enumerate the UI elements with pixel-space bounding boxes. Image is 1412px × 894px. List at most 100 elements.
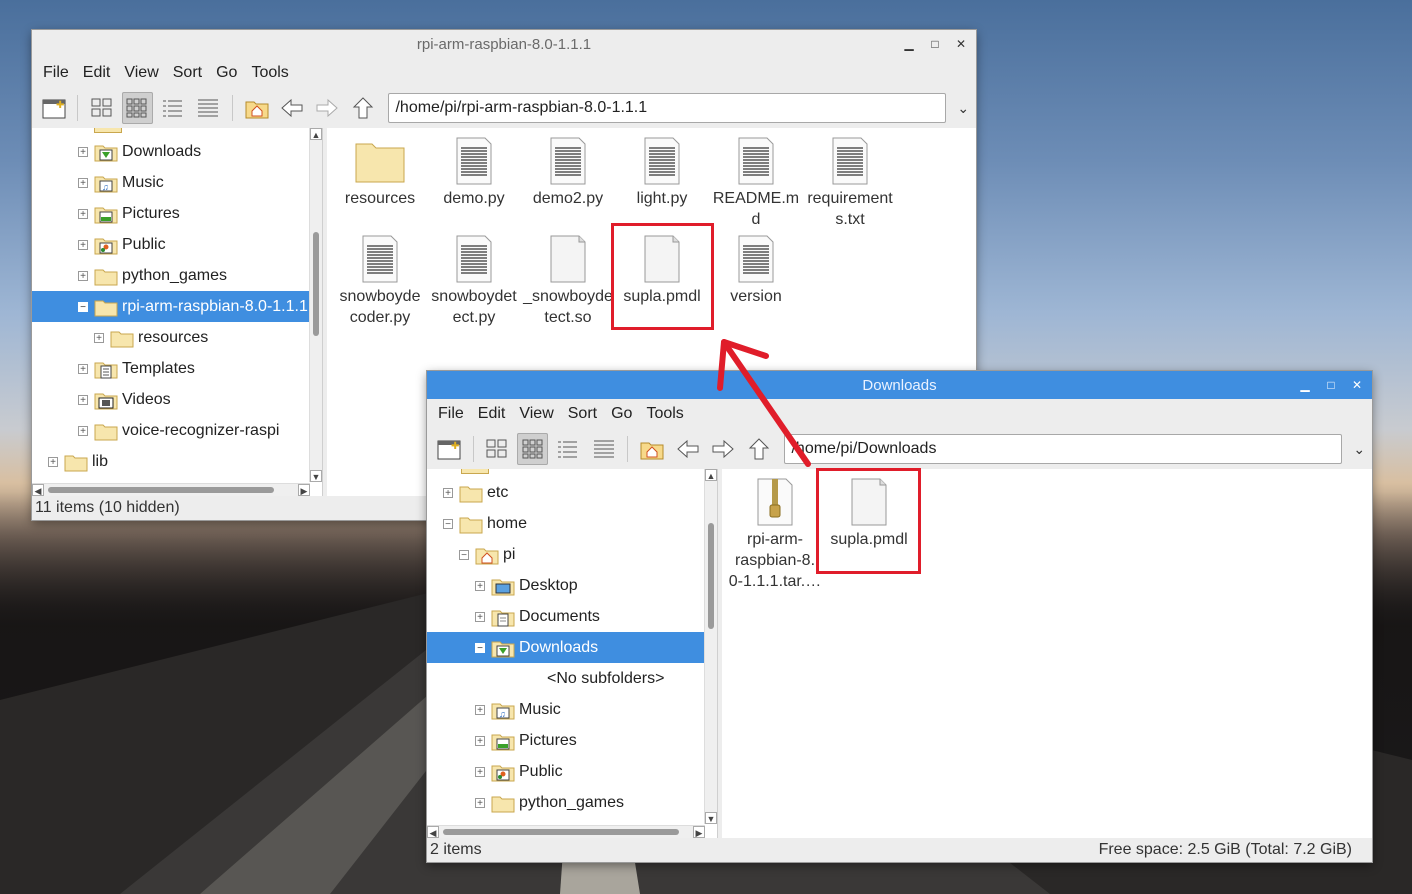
menu-sort[interactable]: Sort [166,64,209,82]
expander-icon[interactable]: + [475,580,485,591]
tree-item[interactable]: + Pictures [32,198,310,229]
expander-icon[interactable]: + [78,270,88,281]
expander-icon[interactable]: + [48,456,58,467]
tree-item[interactable]: + ♫ Music [427,694,705,725]
menu-go[interactable]: Go [604,405,639,423]
home-button[interactable] [241,92,272,124]
tree-item[interactable]: <No subfolders> [427,663,705,694]
tree-item[interactable]: + resources [32,322,310,353]
compact-view-button[interactable] [552,433,584,465]
expander-icon[interactable]: + [475,766,485,777]
expander-icon[interactable]: + [475,704,485,715]
tree-item[interactable]: + Downloads [32,136,310,167]
tree-item[interactable]: + Documents [427,601,705,632]
file-item[interactable]: supla.pmdl [822,475,916,550]
expander-icon[interactable]: − [475,642,485,653]
file-item[interactable]: supla.pmdl [615,232,709,307]
close-icon[interactable]: ✕ [1350,378,1364,392]
maximize-icon[interactable]: □ [1324,378,1338,392]
home-button[interactable] [636,433,668,465]
tree-item[interactable]: − rpi-arm-raspbian-8.0-1.1.1 [32,291,310,322]
file-item[interactable]: snowboydet ect.py [427,232,521,328]
tree-horizontal-scrollbar[interactable]: ◀ ▶ [427,825,705,838]
tree-item[interactable]: + voice-recognizer-raspi [32,415,310,446]
menu-edit[interactable]: Edit [471,405,513,423]
tree-item[interactable]: + lib [32,446,310,477]
tree-item[interactable]: + python_games [32,260,310,291]
icon-view-button[interactable] [481,433,513,465]
close-icon[interactable]: ✕ [954,37,968,51]
menu-sort[interactable]: Sort [561,405,604,423]
back-button[interactable] [276,92,307,124]
up-button[interactable] [347,92,378,124]
tree-item[interactable]: + Public [32,229,310,260]
expander-icon[interactable]: + [475,611,485,622]
tree-horizontal-scrollbar[interactable]: ◀ ▶ [32,483,310,496]
scroll-down-icon[interactable]: ▼ [705,812,717,824]
file-item[interactable]: snowboyde coder.py [333,232,427,328]
tree-vertical-scrollbar[interactable]: ▲ ▼ [704,469,717,824]
thumbnail-view-button[interactable] [121,92,154,124]
file-item[interactable]: light.py [615,134,709,209]
detailed-view-button[interactable] [193,92,224,124]
menu-tools[interactable]: Tools [244,64,295,82]
expander-icon[interactable]: + [78,239,88,250]
window-titlebar[interactable]: rpi-arm-raspbian-8.0-1.1.1 ▁ □ ✕ [32,30,976,58]
tree-item[interactable]: + Desktop [427,570,705,601]
tree-item[interactable]: + ♫ Music [32,167,310,198]
tree-item[interactable]: − Downloads [427,632,705,663]
tree-item[interactable]: + Templates [32,353,310,384]
forward-button[interactable] [312,92,343,124]
new-window-button[interactable]: ✚ [433,433,465,465]
minimize-icon[interactable]: ▁ [902,37,916,51]
menu-file[interactable]: File [431,405,471,423]
menu-edit[interactable]: Edit [76,64,118,82]
expander-icon[interactable]: − [78,301,88,312]
file-item[interactable]: resources [333,134,427,209]
file-item[interactable]: README.m d [709,134,803,230]
file-item[interactable]: demo.py [427,134,521,209]
scroll-right-icon[interactable]: ▶ [298,484,310,496]
scroll-down-icon[interactable]: ▼ [310,470,322,482]
menu-view[interactable]: View [512,405,560,423]
expander-icon[interactable]: + [78,394,88,405]
compact-view-button[interactable] [157,92,188,124]
new-window-button[interactable]: ✚ [38,92,69,124]
file-item[interactable]: demo2.py [521,134,615,209]
expander-icon[interactable]: + [475,797,485,808]
expander-icon[interactable]: − [459,549,469,560]
detailed-view-button[interactable] [588,433,620,465]
expander-icon[interactable]: + [78,425,88,436]
tree-item[interactable]: + Pictures [427,725,705,756]
file-item[interactable]: rpi-arm-raspbian-8. 0-1.1.1.tar.… [728,475,822,592]
file-item[interactable]: version [709,232,803,307]
file-item[interactable]: _snowboyde tect.so [521,232,615,328]
tree-item[interactable]: + Videos [32,384,310,415]
tree-item[interactable]: − pi [427,539,705,570]
scroll-right-icon[interactable]: ▶ [693,826,705,838]
tree-vertical-scrollbar[interactable]: ▲ ▼ [309,128,322,482]
menu-tools[interactable]: Tools [639,405,690,423]
menu-go[interactable]: Go [209,64,244,82]
thumbnail-view-button[interactable] [516,433,549,465]
scroll-left-icon[interactable]: ◀ [32,484,44,496]
expander-icon[interactable]: + [78,363,88,374]
icon-view-button[interactable] [86,92,117,124]
window-titlebar[interactable]: Downloads ▁ □ ✕ [427,371,1372,399]
expander-icon[interactable]: + [78,146,88,157]
expander-icon[interactable]: + [443,487,453,498]
tree-item[interactable]: + Public [427,756,705,787]
expander-icon[interactable]: + [94,332,104,343]
expander-icon[interactable]: + [475,735,485,746]
path-input[interactable]: /home/pi/rpi-arm-raspbian-8.0-1.1.1 [388,93,947,123]
expander-icon[interactable]: + [78,208,88,219]
menu-view[interactable]: View [117,64,165,82]
maximize-icon[interactable]: □ [928,37,942,51]
scroll-up-icon[interactable]: ▲ [310,128,322,140]
back-button[interactable] [672,433,704,465]
minimize-icon[interactable]: ▁ [1298,378,1312,392]
path-input[interactable]: /home/pi/Downloads [784,434,1343,464]
expander-icon[interactable]: + [78,177,88,188]
expander-icon[interactable]: − [443,518,453,529]
chevron-down-icon[interactable]: ⌄ [950,94,976,122]
